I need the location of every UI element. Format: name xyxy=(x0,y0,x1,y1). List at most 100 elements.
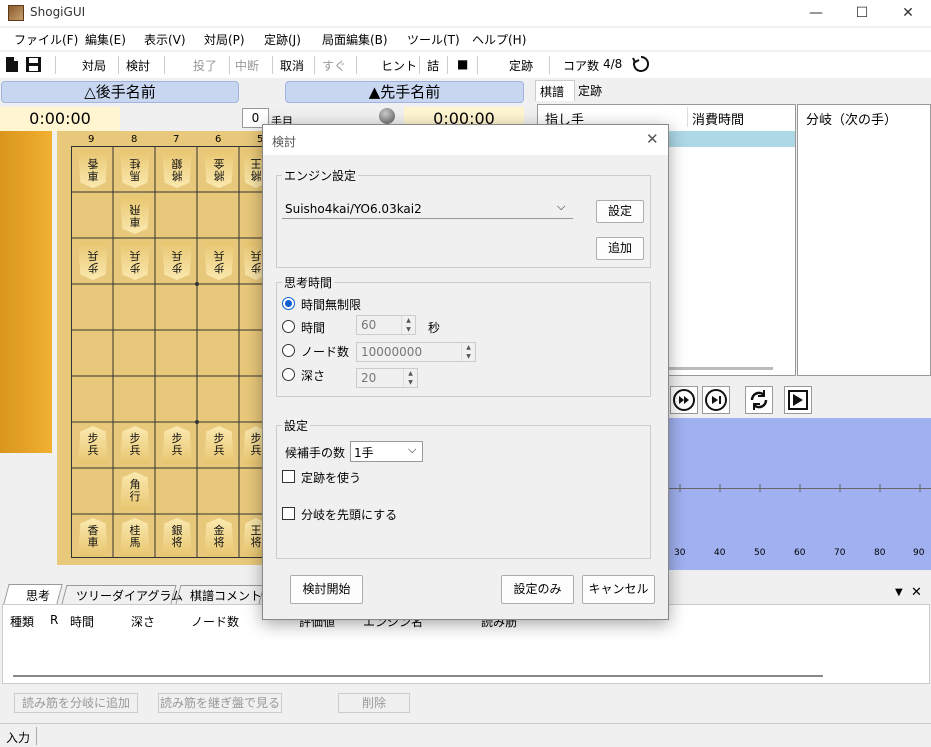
evaluation-graph[interactable]: 30 40 50 60 70 80 90 xyxy=(667,418,931,570)
sente-knight-piece[interactable]: 桂馬 xyxy=(120,518,150,556)
gote-knight-piece[interactable]: 馬桂 xyxy=(120,150,150,188)
time-unit: 秒 xyxy=(428,321,441,335)
tab-joseki[interactable]: 定跡 xyxy=(578,82,602,99)
toolbar-separator xyxy=(549,56,550,74)
gote-clock: 0:00:00 xyxy=(0,107,120,131)
kento-button[interactable]: 検討 xyxy=(126,57,150,74)
menu-joseki[interactable]: 定跡(J) xyxy=(264,31,301,48)
spinner-arrows-icon[interactable]: ▲ ▼ xyxy=(461,343,475,361)
move-now-button[interactable]: すぐ xyxy=(322,57,346,74)
engine-settings-button[interactable]: 設定 xyxy=(596,200,644,223)
time-input[interactable]: 60 ▲ ▼ xyxy=(356,315,416,335)
sente-pawn-piece[interactable]: 步兵 xyxy=(204,426,234,464)
col-depth: 深さ xyxy=(131,615,156,629)
menu-file[interactable]: ファイル(F) xyxy=(14,31,78,48)
new-file-icon[interactable] xyxy=(5,56,19,73)
interrupt-button[interactable]: 中断 xyxy=(235,57,259,74)
go-end-button[interactable] xyxy=(702,386,730,414)
gote-pawn-piece[interactable]: 步兵 xyxy=(120,242,150,280)
file-label: 9 xyxy=(88,134,95,145)
use-joseki-label: 定跡を使う xyxy=(301,471,362,485)
spinner-arrows-icon[interactable]: ▲ ▼ xyxy=(403,369,417,387)
flip-board-button[interactable] xyxy=(745,386,773,414)
sente-bishop-piece[interactable]: 角行 xyxy=(120,472,150,510)
sente-pawn-piece[interactable]: 步兵 xyxy=(78,426,108,464)
radio-time[interactable] xyxy=(282,320,295,333)
gote-rook-piece[interactable]: 車飛 xyxy=(120,196,150,234)
gote-pawn-piece[interactable]: 步兵 xyxy=(204,242,234,280)
taikyoku-button[interactable]: 対局 xyxy=(82,57,106,74)
menu-position-edit[interactable]: 局面編集(B) xyxy=(322,31,388,48)
close-button[interactable]: ✕ xyxy=(885,0,931,26)
tab-kifu[interactable]: 棋譜 xyxy=(535,80,575,101)
cancel-button[interactable]: キャンセル xyxy=(582,575,655,604)
close-pane-icon[interactable]: ✕ xyxy=(911,585,922,600)
branch-first-checkbox[interactable] xyxy=(282,507,295,520)
undo-move-button[interactable]: 取消 xyxy=(280,57,304,74)
refresh-icon[interactable] xyxy=(632,55,650,73)
play-button[interactable] xyxy=(784,386,812,414)
start-kento-button[interactable]: 検討開始 xyxy=(290,575,363,604)
selected-row[interactable] xyxy=(668,131,795,147)
toolbar-separator xyxy=(164,56,165,74)
radio-nodes[interactable] xyxy=(282,344,295,357)
joseki-button[interactable]: 定跡 xyxy=(509,57,533,74)
stop-button[interactable]: ■ xyxy=(457,57,468,71)
gote-lance-piece[interactable]: 車香 xyxy=(78,150,108,188)
menu-help[interactable]: ヘルプ(H) xyxy=(472,31,526,48)
tab-thinking-label: 思考 xyxy=(26,589,51,603)
resign-button[interactable]: 投了 xyxy=(193,57,217,74)
settings-only-button[interactable]: 設定のみ xyxy=(501,575,574,604)
sente-gold-piece[interactable]: 金将 xyxy=(204,518,234,556)
hint-button[interactable]: ヒント xyxy=(381,57,417,74)
delete-button[interactable]: 削除 xyxy=(338,693,410,713)
candidates-select[interactable]: 1手 ⌵ xyxy=(350,441,423,462)
menu-tools[interactable]: ツール(T) xyxy=(407,31,460,48)
col-nodes: ノード数 xyxy=(191,615,240,629)
graph-tick-label: 40 xyxy=(714,548,726,558)
gote-gold-piece[interactable]: 將金 xyxy=(204,150,234,188)
use-joseki-checkbox[interactable] xyxy=(282,470,295,483)
graph-tick-label: 60 xyxy=(794,548,806,558)
branch-list[interactable]: 分岐（次の手） xyxy=(797,104,931,376)
view-pv-board-button[interactable]: 読み筋を継ぎ盤で見る xyxy=(158,693,282,713)
maximize-button[interactable]: ☐ xyxy=(839,0,885,26)
gote-pawn-piece[interactable]: 步兵 xyxy=(162,242,192,280)
save-icon[interactable] xyxy=(25,56,42,73)
toolbar-separator xyxy=(118,56,119,74)
menu-game[interactable]: 対局(P) xyxy=(204,31,245,48)
spinner-arrows-icon[interactable]: ▲ ▼ xyxy=(401,316,415,334)
tab-tree-diagram-label: ツリーダイアグラム xyxy=(76,589,184,603)
depth-input[interactable]: 20 ▲ ▼ xyxy=(356,368,418,388)
skip-end-icon xyxy=(705,389,727,411)
menu-edit[interactable]: 編集(E) xyxy=(85,31,126,48)
horizontal-scrollbar[interactable] xyxy=(668,367,773,370)
graph-tick-label: 90 xyxy=(913,548,925,558)
radio-depth[interactable] xyxy=(282,368,295,381)
rotate-icon xyxy=(750,390,768,410)
nodes-input[interactable]: 10000000 ▲ ▼ xyxy=(356,342,476,362)
menu-view[interactable]: 表示(V) xyxy=(144,31,186,48)
radio-unlimited[interactable] xyxy=(282,297,295,310)
nodes-label: ノード数 xyxy=(301,345,350,359)
add-pv-to-branch-button[interactable]: 読み筋を分岐に追加 xyxy=(14,693,138,713)
forward-fast-button[interactable] xyxy=(670,386,698,414)
dialog-close-icon[interactable]: ✕ xyxy=(646,130,659,148)
play-icon xyxy=(788,390,808,410)
dropdown-icon[interactable]: ▼ xyxy=(895,587,903,598)
minimize-button[interactable]: — xyxy=(793,0,839,26)
sente-pawn-piece[interactable]: 步兵 xyxy=(162,426,192,464)
sente-silver-piece[interactable]: 銀将 xyxy=(162,518,192,556)
fast-forward-icon xyxy=(673,389,695,411)
tsume-button[interactable]: 詰 xyxy=(427,57,439,74)
add-engine-button[interactable]: 追加 xyxy=(596,237,644,260)
sente-pawn-piece[interactable]: 步兵 xyxy=(120,426,150,464)
horizontal-scrollbar[interactable] xyxy=(13,675,823,677)
gote-silver-piece[interactable]: 將銀 xyxy=(162,150,192,188)
sente-lance-piece[interactable]: 香車 xyxy=(78,518,108,556)
graph-tick-label: 50 xyxy=(754,548,766,558)
engine-select[interactable]: Suisho4kai/YO6.03kai2 ⌵ xyxy=(282,199,573,219)
depth-label: 深さ xyxy=(301,369,326,383)
graph-ticks xyxy=(679,484,921,492)
gote-pawn-piece[interactable]: 步兵 xyxy=(78,242,108,280)
